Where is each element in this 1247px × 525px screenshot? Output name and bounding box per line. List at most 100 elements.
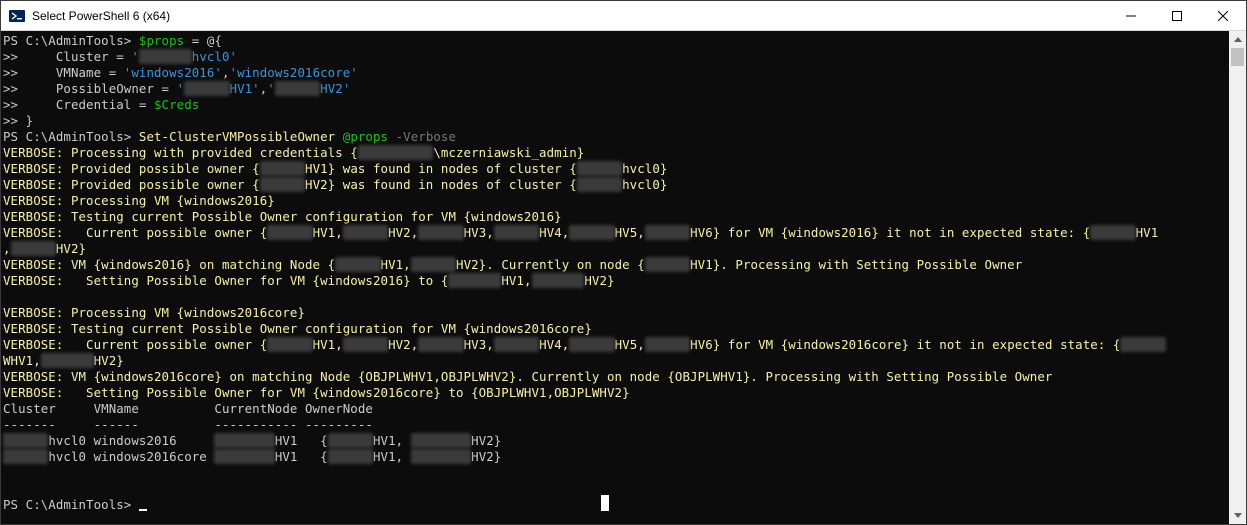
console-text: >> PossibleOwner = — [3, 81, 177, 96]
redacted-text: XXXXXX — [644, 337, 691, 352]
console-line: PS C:\AdminTools> — [3, 497, 1229, 513]
console-text: >> Cluster = — [3, 49, 132, 64]
console-text: VERBOSE: Provided possible owner { — [3, 161, 260, 176]
console-text: HV1 { — [274, 449, 328, 464]
console-text: VERBOSE: Processing VM {windows2016} — [3, 193, 275, 208]
text-cursor — [138, 509, 147, 511]
console-text: HV2}. Currently on node { — [456, 257, 645, 272]
console-text: $props — [138, 33, 185, 48]
close-button[interactable] — [1200, 1, 1246, 31]
console-text: >> } — [3, 113, 34, 128]
powershell-icon — [9, 8, 25, 24]
console-output[interactable]: PS C:\AdminTools> $props = @{ >> Cluster … — [1, 31, 1229, 524]
console-text: HV5, — [614, 337, 645, 352]
console-text: HV1, — [373, 449, 411, 464]
console-text: HV1, — [380, 257, 411, 272]
console-text: HV1 — [1135, 225, 1159, 240]
console-text: HV2} — [584, 273, 615, 288]
console-text: \mczerniawski_admin} — [433, 145, 585, 160]
console-line: VERBOSE: Setting Possible Owner for VM {… — [3, 385, 1229, 401]
redacted-text: XXXXXXXX — [214, 433, 275, 448]
scrollbar-thumb[interactable] — [1231, 48, 1244, 66]
console-line: VERBOSE: Processing VM {windows2016core} — [3, 305, 1229, 321]
minimize-button[interactable] — [1108, 1, 1154, 31]
redacted-text: XXXXXXXX — [214, 449, 275, 464]
console-line: ------- ------ ----------- --------- — [3, 417, 1229, 433]
console-text: = @{ — [184, 33, 222, 48]
scroll-down-button[interactable] — [1229, 507, 1246, 524]
console-text: hvcl0 windows2016core — [48, 449, 215, 464]
console-line: VERBOSE: Provided possible owner {XXXXXX… — [3, 177, 1229, 193]
console-text: HV1 { — [274, 433, 328, 448]
console-line: VERBOSE: Provided possible owner {XXXXXX… — [3, 161, 1229, 177]
maximize-button[interactable] — [1154, 1, 1200, 31]
console-text: HV2} — [471, 433, 502, 448]
console-text: Set-ClusterVMPossibleOwner — [138, 129, 343, 144]
console-text: HV2' — [320, 81, 351, 96]
console-text: -Verbose — [388, 129, 457, 144]
console-text: hvcl0 windows2016 — [48, 433, 215, 448]
redacted-text: XXXXXX — [267, 225, 313, 240]
console-text: HV2} — [471, 449, 502, 464]
console-text: >> VMName = — [3, 65, 124, 80]
redacted-text: XXXXXX — [1120, 337, 1166, 352]
console-text: VERBOSE: Testing current Possible Owner … — [3, 321, 592, 336]
console-line: >> } — [3, 113, 1229, 129]
redacted-text: XXXXXX — [335, 257, 381, 272]
console-line: VERBOSE: Testing current Possible Owner … — [3, 209, 1229, 225]
console-text: HV3, — [463, 337, 494, 352]
redacted-text: XXXXXX — [410, 257, 457, 272]
console-line: >> PossibleOwner = 'XXXXXXHV1','XXXXXXHV… — [3, 81, 1229, 97]
redacted-text: XXXXXXX — [40, 353, 94, 368]
redacted-text: XXXXXXXX — [410, 449, 472, 464]
redacted-text: XXXXXX — [327, 433, 373, 448]
redacted-text: XXXXXX — [10, 241, 56, 256]
console-line: >> Credential = $Creds — [3, 97, 1229, 113]
console-text: hvcl0} — [622, 177, 668, 192]
minimize-icon — [1126, 15, 1136, 16]
console-line: PS C:\AdminTools> Set-ClusterVMPossibleO… — [3, 129, 1229, 145]
console-line: VERBOSE: Processing with provided creden… — [3, 145, 1229, 161]
console-line: VERBOSE: VM {windows2016core} on matchin… — [3, 369, 1229, 385]
console-line: XXXXXXhvcl0 windows2016core XXXXXXXXHV1 … — [3, 449, 1229, 465]
redacted-text: XXXXXX — [576, 177, 623, 192]
redacted-text: XXXXXX — [644, 225, 691, 240]
console-text: HV2, — [388, 225, 419, 240]
redacted-text: XXXXXX — [3, 449, 49, 464]
console-text: HV1, — [373, 433, 411, 448]
console-text: HV2} — [55, 241, 87, 256]
console-text: HV5, — [614, 225, 645, 240]
redacted-text: XXXXXX — [342, 337, 389, 352]
console-text: HV6} for VM {windows2016} it not in expe… — [690, 225, 1091, 240]
console-text: ------- ------ ----------- --------- — [3, 417, 373, 432]
redacted-text: XXXXXX — [418, 337, 464, 352]
console-text: HV2} was found in nodes of cluster { — [305, 177, 577, 192]
console-text: Cluster VMName CurrentNode OwnerNode — [3, 401, 373, 416]
title-bar[interactable]: Select PowerShell 6 (x64) — [1, 1, 1246, 31]
console-text: VERBOSE: Processing with provided creden… — [3, 145, 358, 160]
redacted-text: XXXXXX — [644, 257, 691, 272]
vertical-scrollbar[interactable] — [1229, 31, 1246, 524]
console-text: hvcl0' — [191, 49, 238, 64]
console-line: VERBOSE: VM {windows2016} on matching No… — [3, 257, 1229, 273]
console-line: XXXXXXhvcl0 windows2016 XXXXXXXXHV1 {XXX… — [3, 433, 1229, 449]
redacted-text: XXXXXX — [493, 337, 540, 352]
console-line: VERBOSE: Current possible owner {XXXXXXH… — [3, 225, 1229, 241]
console-text: HV1, — [501, 273, 532, 288]
console-text: VERBOSE: VM {windows2016core} on matchin… — [3, 369, 1053, 384]
window-title: Select PowerShell 6 (x64) — [32, 8, 171, 23]
console-text: HV2, — [388, 337, 419, 352]
console-text: HV3, — [463, 225, 494, 240]
console-line: VERBOSE: Testing current Possible Owner … — [3, 321, 1229, 337]
scroll-up-button[interactable] — [1229, 31, 1246, 48]
console-text: VERBOSE: Setting Possible Owner for VM {… — [3, 273, 449, 288]
redacted-text: XXXXXXX — [138, 49, 192, 64]
redacted-text: XXXXXX — [569, 337, 615, 352]
console-text: HV4, — [539, 225, 570, 240]
console-text: , — [3, 241, 11, 256]
console-text: ' — [131, 49, 139, 64]
console-text: HV1}. Processing with Setting Possible O… — [690, 257, 1023, 272]
console-text: HV4, — [539, 337, 570, 352]
